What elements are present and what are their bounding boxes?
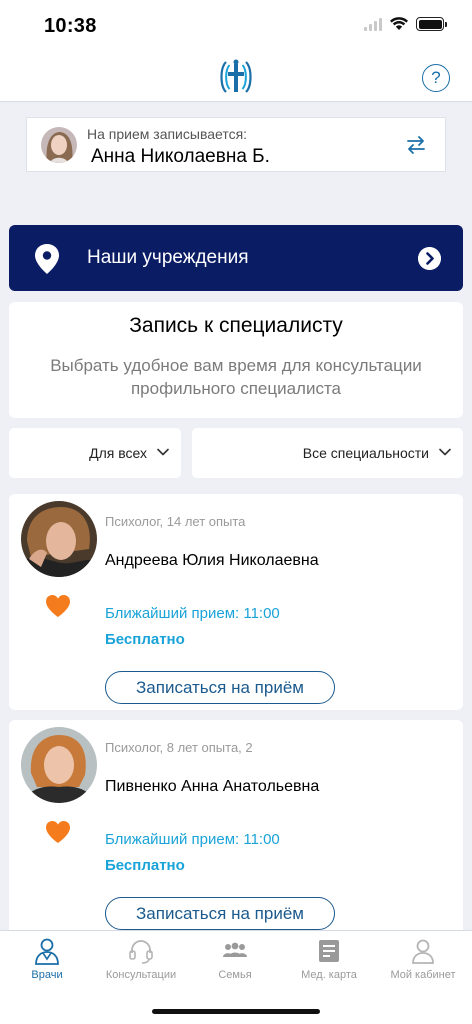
home-indicator xyxy=(152,1009,320,1014)
tab-profile[interactable]: Мой кабинет xyxy=(376,937,470,981)
tab-label: Семья xyxy=(218,969,252,981)
profile-icon xyxy=(412,939,434,964)
tab-label: Консультации xyxy=(105,969,177,981)
next-appointment: Ближайший прием: 11:00 xyxy=(105,831,280,848)
wifi-icon xyxy=(390,17,408,30)
doctor-meta: Психолог, 8 лет опыта, 2 xyxy=(105,740,253,755)
price-label: Бесплатно xyxy=(105,857,185,874)
book-appointment-button[interactable]: Записаться на приём xyxy=(105,897,335,930)
tab-doctors[interactable]: Врачи xyxy=(0,937,94,981)
doctor-photo xyxy=(21,727,97,803)
family-icon xyxy=(223,942,247,957)
status-bar: 10:38 xyxy=(0,0,472,54)
tab-consultations[interactable]: Консультации xyxy=(94,937,188,981)
doctor-name: Пивненко Анна Анатольевна xyxy=(105,778,320,795)
status-time: 10:38 xyxy=(44,15,97,37)
doctor-meta: Психолог, 14 лет опыта xyxy=(105,514,246,529)
tab-label: Мой кабинет xyxy=(390,969,456,981)
institutions-banner[interactable]: Наши учреждения xyxy=(9,225,463,291)
patient-name: Анна Николаевна Б. xyxy=(91,146,270,167)
specialty-filter[interactable]: Все специальности xyxy=(192,428,463,478)
institutions-label: Наши учреждения xyxy=(87,247,249,268)
doctor-name: Андреева Юлия Николаевна xyxy=(105,552,319,569)
tab-label: Мед. карта xyxy=(301,969,357,981)
tab-medical-card[interactable]: Мед. карта xyxy=(282,937,376,981)
chevron-down-icon xyxy=(157,448,169,456)
chevron-right-icon xyxy=(418,247,441,270)
next-appointment: Ближайший прием: 11:00 xyxy=(105,605,280,622)
tab-label: Врачи xyxy=(31,969,63,981)
book-appointment-button[interactable]: Записаться на приём xyxy=(105,671,335,704)
patient-caption: На прием записывается: xyxy=(87,126,248,142)
battery-icon xyxy=(416,17,447,31)
doctor-card: Психолог, 8 лет опыта, 2 Пивненко Анна А… xyxy=(9,720,463,936)
booking-subtitle: Выбрать удобное вам время для консультац… xyxy=(50,356,422,398)
medical-card-icon xyxy=(319,940,339,962)
specialty-filter-label: Все специальности xyxy=(302,445,429,461)
doctor-icon xyxy=(35,938,59,965)
price-label: Бесплатно xyxy=(105,631,185,648)
location-pin-icon xyxy=(35,244,59,274)
audience-filter-label: Для всех xyxy=(89,445,147,461)
avatar xyxy=(41,127,77,163)
app-header: ? xyxy=(0,54,472,102)
doctor-photo xyxy=(21,501,97,577)
heart-icon[interactable] xyxy=(45,820,71,844)
audience-filter[interactable]: Для всех xyxy=(9,428,181,478)
status-icons xyxy=(364,17,447,31)
booking-card: Запись к специалисту Выбрать удобное вам… xyxy=(9,302,463,418)
tab-family[interactable]: Семья xyxy=(188,937,282,981)
doctor-card: Психолог, 14 лет опыта Андреева Юлия Ник… xyxy=(9,494,463,710)
swap-arrows-icon[interactable] xyxy=(405,134,427,156)
booking-title: Запись к специалисту xyxy=(129,314,343,337)
spine-cross-logo-icon xyxy=(220,59,252,93)
patient-selector[interactable]: На прием записывается: Анна Николаевна Б… xyxy=(26,117,446,172)
cellular-signal-icon xyxy=(364,17,382,31)
chevron-down-icon xyxy=(439,448,451,456)
headset-icon xyxy=(129,940,153,964)
help-icon[interactable]: ? xyxy=(422,64,450,92)
heart-icon[interactable] xyxy=(45,594,71,618)
